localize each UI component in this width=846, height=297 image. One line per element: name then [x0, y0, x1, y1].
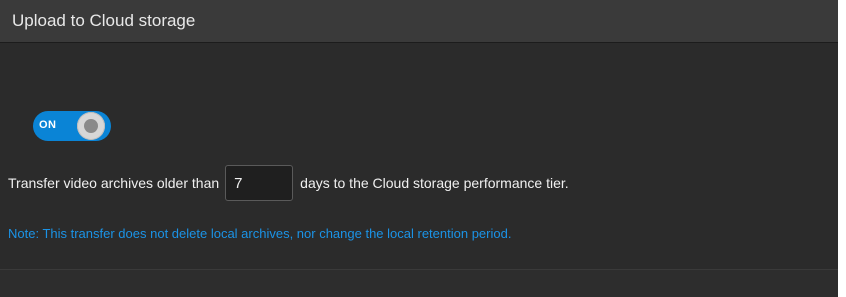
days-input[interactable]: [225, 165, 294, 201]
panel-title: Upload to Cloud storage: [12, 11, 196, 30]
transfer-suffix-text: days to the Cloud storage performance ti…: [300, 175, 569, 191]
toggle-label: ON: [39, 119, 57, 131]
toggle-knob: [77, 112, 105, 140]
transfer-setting-row: Transfer video archives older than days …: [8, 165, 569, 201]
panel-header: Upload to Cloud storage: [0, 0, 838, 43]
cloud-storage-panel: Upload to Cloud storage ON Transfer vide…: [0, 0, 846, 297]
note-text: Note: This transfer does not delete loca…: [8, 226, 512, 241]
transfer-prefix-text: Transfer video archives older than: [8, 175, 220, 191]
panel-body: ON Transfer video archives older than da…: [0, 43, 838, 270]
upload-toggle[interactable]: ON: [33, 111, 111, 141]
